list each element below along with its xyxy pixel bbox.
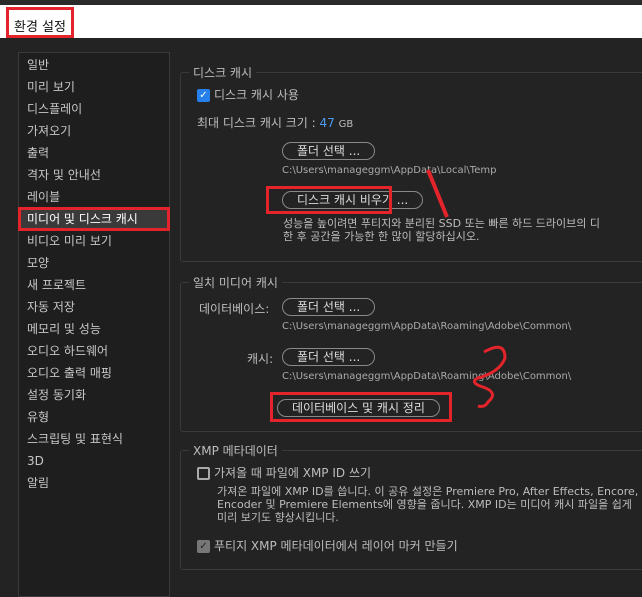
annotation-number-2 [473,345,507,408]
annotation-slash [426,169,449,218]
annotation-scribbles [426,169,507,408]
